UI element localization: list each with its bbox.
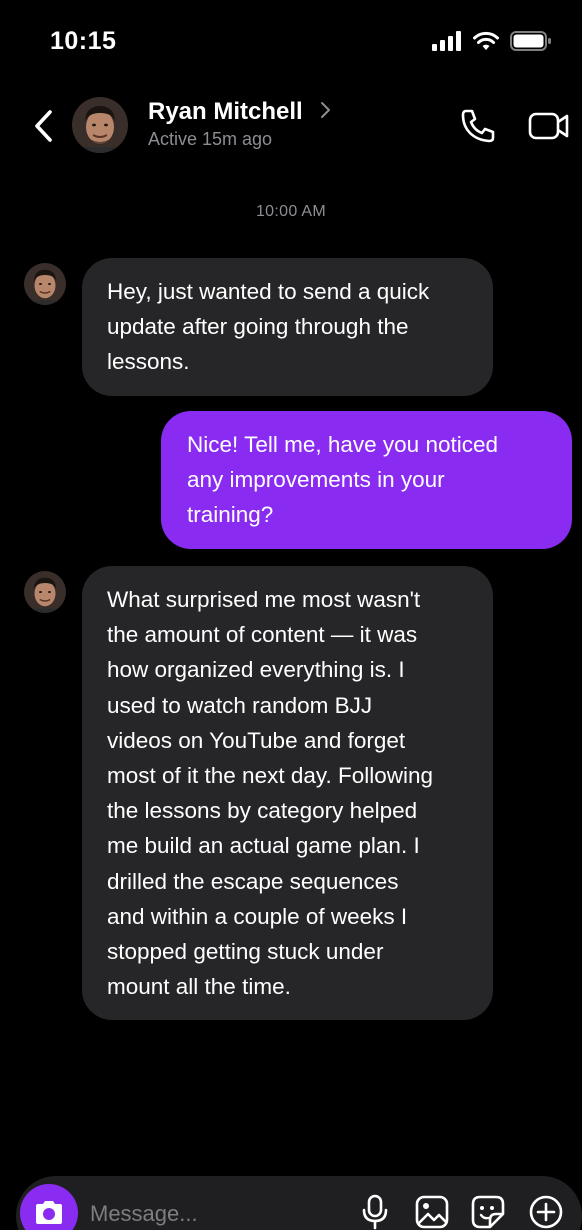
avatar-image (24, 571, 66, 613)
battery-icon (510, 31, 551, 51)
status-bar: 10:15 (0, 0, 582, 86)
voice-call-button[interactable] (458, 106, 498, 146)
message-timestamp: 10:00 AM (255, 203, 326, 220)
chat-header: Ryan Mitchell Active 15m ago (0, 88, 582, 164)
incoming-message[interactable]: Hey, just wanted to send a quick update … (82, 258, 493, 396)
avatar-image (24, 263, 66, 305)
message-input[interactable] (90, 1198, 340, 1230)
video-camera-icon (528, 112, 569, 140)
microphone-icon (362, 1194, 388, 1230)
phone-icon (461, 109, 495, 143)
cellular-signal-icon (432, 31, 461, 51)
back-chevron-icon (35, 110, 52, 142)
camera-icon (36, 1201, 62, 1224)
sticker-button[interactable] (470, 1194, 506, 1230)
message-avatar[interactable] (24, 571, 66, 613)
back-button[interactable] (28, 106, 60, 146)
message-composer (16, 1176, 582, 1230)
more-options-button[interactable] (528, 1194, 564, 1230)
incoming-message[interactable]: What surprised me most wasn't the amount… (82, 566, 493, 1021)
chat-screen: 10:15 Ryan Mitchell Active 15m ago 10:00… (0, 0, 582, 1230)
contact-name[interactable]: Ryan Mitchell (148, 98, 303, 126)
sticker-icon (471, 1195, 505, 1229)
plus-circle-icon (529, 1195, 563, 1229)
status-time: 10:15 (50, 27, 117, 55)
voice-message-button[interactable] (357, 1194, 393, 1230)
outgoing-message[interactable]: Nice! Tell me, have you noticed any impr… (161, 411, 572, 549)
contact-status: Active 15m ago (148, 129, 273, 149)
video-call-button[interactable] (527, 106, 571, 146)
gallery-icon (415, 1195, 449, 1229)
chevron-right-icon[interactable] (320, 100, 332, 120)
message-avatar[interactable] (24, 263, 66, 305)
contact-avatar[interactable] (72, 97, 128, 153)
avatar-image (72, 97, 128, 153)
gallery-button[interactable] (414, 1194, 450, 1230)
camera-button[interactable] (20, 1184, 78, 1230)
wifi-icon (473, 31, 499, 50)
status-icons (432, 30, 552, 52)
